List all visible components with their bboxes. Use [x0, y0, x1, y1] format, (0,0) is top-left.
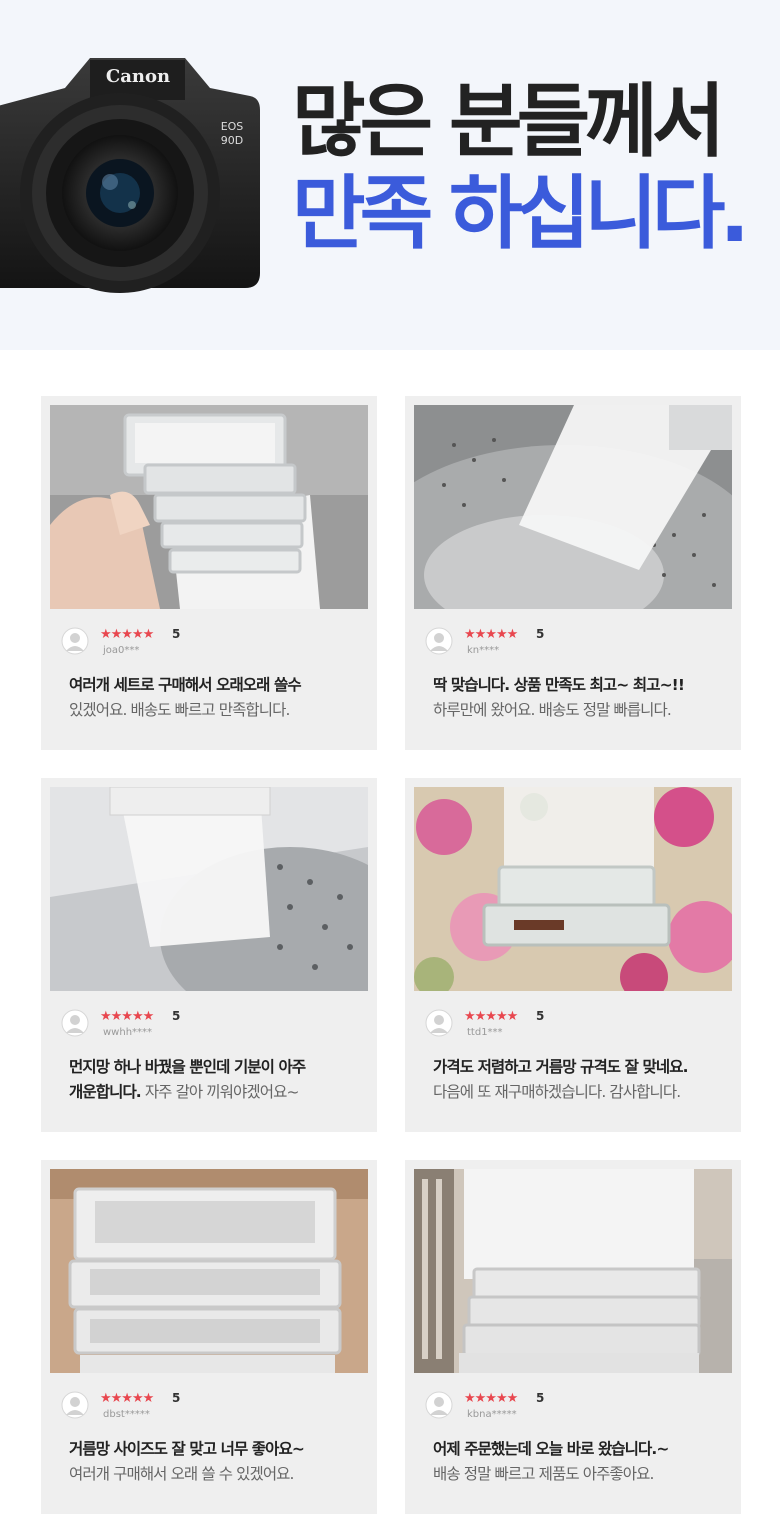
rating-stars: ★★★★★ [464, 627, 518, 642]
hero-banner: Canon EOS 90D 많은 분들께서 만족 하십니다. [0, 0, 780, 350]
svg-text:90D: 90D [221, 134, 243, 147]
review-text: 어제 주문했는데 오늘 바로 왔습니다.~ 배송 정말 빠르고 제품도 아주좋아… [433, 1440, 669, 1483]
review-photo [50, 787, 368, 991]
review-photo [50, 1169, 368, 1373]
rating-stars: ★★★★★ [100, 627, 154, 642]
rating-score: 5 [172, 627, 181, 641]
review-card: ★★★★★ 5 kn**** 딱 맞습니다. 상품 만족도 최고~ 최고~!! … [405, 396, 741, 750]
reviewer-name: dbst***** [103, 1409, 150, 1420]
review-photo [414, 787, 732, 991]
rating-stars: ★★★★★ [100, 1391, 154, 1406]
reviewer-name: ttd1*** [467, 1027, 503, 1038]
review-text: 가격도 저렴하고 거름망 규격도 잘 맞네요. 다음에 또 재구매하겠습니다. … [433, 1058, 688, 1101]
review-photo [414, 1169, 732, 1373]
rating-score: 5 [536, 1391, 545, 1405]
review-card: ★★★★★ 5 wwhh**** 먼지망 하나 바꿨을 뿐인데 기분이 아주 개… [41, 778, 377, 1132]
reviewer-name: joa0*** [103, 645, 140, 656]
avatar [425, 627, 453, 655]
review-card: ★★★★★ 5 ttd1*** 가격도 저렴하고 거름망 규격도 잘 맞네요. … [405, 778, 741, 1132]
avatar [61, 1009, 89, 1037]
avatar [61, 1391, 89, 1419]
reviewer-name: kbna***** [467, 1409, 517, 1420]
avatar [425, 1391, 453, 1419]
reviewer-name: wwhh**** [103, 1027, 153, 1038]
rating-stars: ★★★★★ [464, 1009, 518, 1024]
review-text: 거름망 사이즈도 잘 맞고 너무 좋아요~ 여러개 구매해서 오래 쓸 수 있겠… [69, 1440, 305, 1483]
review-text: 딱 맞습니다. 상품 만족도 최고~ 최고~!! 하루만에 왔어요. 배송도 정… [433, 676, 685, 719]
rating-stars: ★★★★★ [100, 1009, 154, 1024]
rating-score: 5 [172, 1391, 181, 1405]
reviewer-name: kn**** [467, 645, 500, 656]
review-photo [50, 405, 368, 609]
headline-line-2: 만족 하십니다. [292, 167, 750, 260]
review-card: ★★★★★ 5 joa0*** 여러개 세트로 구매해서 오래오래 쓸수 있겠어… [41, 396, 377, 750]
camera-brand: Canon [106, 66, 170, 87]
review-text: 여러개 세트로 구매해서 오래오래 쓸수 있겠어요. 배송도 빠르고 만족합니다… [69, 676, 302, 719]
svg-text:EOS: EOS [221, 120, 244, 133]
review-card: ★★★★★ 5 kbna***** 어제 주문했는데 오늘 바로 왔습니다.~ … [405, 1160, 741, 1514]
hero-headline: 많은 분들께서 만족 하십니다. [292, 76, 772, 260]
rating-stars: ★★★★★ [464, 1391, 518, 1406]
camera-image: Canon EOS 90D [0, 58, 260, 293]
avatar [61, 627, 89, 655]
review-photo [414, 405, 732, 609]
headline-line-1: 많은 분들께서 [292, 75, 725, 168]
avatar [425, 1009, 453, 1037]
review-text: 먼지망 하나 바꿨을 뿐인데 기분이 아주 개운합니다. 자주 갈아 끼워야겠어… [69, 1058, 306, 1101]
rating-score: 5 [536, 1009, 545, 1023]
rating-score: 5 [172, 1009, 181, 1023]
rating-score: 5 [536, 627, 545, 641]
review-card: ★★★★★ 5 dbst***** 거름망 사이즈도 잘 맞고 너무 좋아요~ … [41, 1160, 377, 1514]
